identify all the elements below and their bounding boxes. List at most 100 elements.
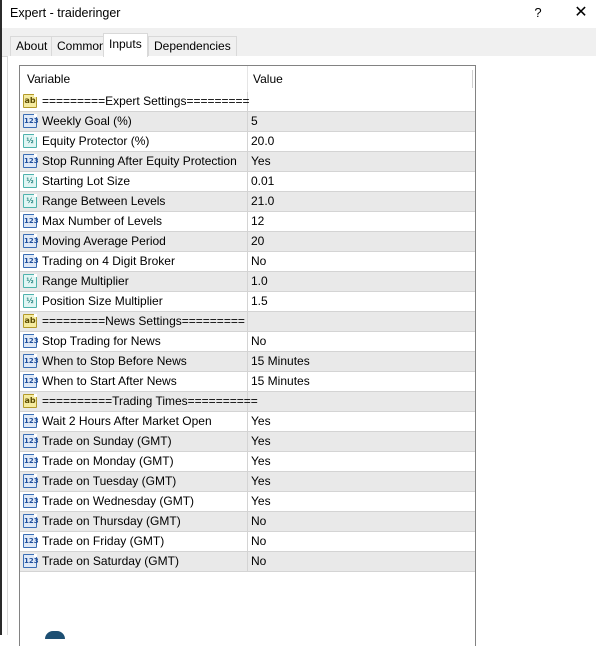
value-cell[interactable]: Yes (248, 492, 478, 511)
variable-cell[interactable]: ½ Range Multiplier (20, 272, 248, 291)
integer-type-icon: 123 (23, 214, 39, 228)
value-cell[interactable]: 1.0 (248, 272, 478, 291)
value-cell[interactable]: Yes (248, 452, 478, 471)
table-row[interactable]: 123 Trade on Saturday (GMT) No (20, 552, 475, 572)
variable-cell[interactable]: 123 Trade on Wednesday (GMT) (20, 492, 248, 511)
variable-name: When to Start After News (42, 374, 177, 388)
value-cell[interactable]: 0.01 (248, 172, 478, 191)
integer-type-icon: 123 (23, 494, 39, 508)
variable-cell[interactable]: 123 Max Number of Levels (20, 212, 248, 231)
variable-cell[interactable]: ab =========Expert Settings========= (20, 92, 250, 111)
table-row[interactable]: 123 Weekly Goal (%) 5 (20, 112, 475, 132)
variable-name: Weekly Goal (%) (42, 114, 132, 128)
string-type-icon: ab (23, 94, 37, 108)
integer-type-icon: 123 (23, 454, 39, 468)
variable-cell[interactable]: 123 When to Stop Before News (20, 352, 248, 371)
value-cell[interactable]: 15 Minutes (248, 372, 478, 391)
value-cell[interactable]: Yes (248, 412, 478, 431)
grid-header: Variable Value (20, 66, 475, 92)
variable-cell[interactable]: 123 Stop Trading for News (20, 332, 248, 351)
double-type-icon: ½ (23, 274, 37, 288)
table-row[interactable]: 123 Trade on Wednesday (GMT) Yes (20, 492, 475, 512)
table-row[interactable]: 123 Wait 2 Hours After Market Open Yes (20, 412, 475, 432)
table-row[interactable]: ½ Position Size Multiplier 1.5 (20, 292, 475, 312)
variable-name: Trade on Thursday (GMT) (42, 514, 181, 528)
table-row[interactable]: 123 Max Number of Levels 12 (20, 212, 475, 232)
variable-cell[interactable]: 123 Trade on Tuesday (GMT) (20, 472, 248, 491)
table-row[interactable]: ½ Range Multiplier 1.0 (20, 272, 475, 292)
value-cell[interactable]: 12 (248, 212, 478, 231)
table-row[interactable]: 123 Stop Trading for News No (20, 332, 475, 352)
column-header-value[interactable]: Value (248, 66, 283, 92)
variable-name: Trade on Sunday (GMT) (42, 434, 172, 448)
variable-cell[interactable]: 123 Moving Average Period (20, 232, 248, 251)
table-row[interactable]: 123 Stop Running After Equity Protection Y… (20, 152, 475, 172)
inputs-grid: Variable Value ab =========Expert Setting… (19, 65, 476, 646)
variable-cell[interactable]: 123 Stop Running After Equity Protection (20, 152, 248, 171)
variable-cell[interactable]: ½ Range Between Levels (20, 192, 248, 211)
double-type-icon: ½ (23, 194, 37, 208)
table-row[interactable]: ½ Range Between Levels 21.0 (20, 192, 475, 212)
tab-about[interactable]: About (10, 36, 54, 56)
table-row[interactable]: ab =========News Settings========= (20, 312, 475, 332)
variable-cell[interactable]: 123 When to Start After News (20, 372, 248, 391)
value-cell[interactable]: 15 Minutes (248, 352, 478, 371)
table-row[interactable]: ½ Equity Protector (%) 20.0 (20, 132, 475, 152)
table-row[interactable]: 123 Trading on 4 Digit Broker No (20, 252, 475, 272)
value-cell[interactable]: Yes (248, 152, 478, 171)
table-row[interactable]: 123 When to Stop Before News 15 Minutes (20, 352, 475, 372)
variable-cell[interactable]: ½ Position Size Multiplier (20, 292, 248, 311)
table-row[interactable]: 123 Trade on Monday (GMT) Yes (20, 452, 475, 472)
value-cell[interactable]: Yes (248, 432, 478, 451)
value-cell[interactable] (248, 312, 478, 331)
table-row[interactable]: ab ==========Trading Times========== (20, 392, 475, 412)
variable-name: When to Stop Before News (42, 354, 187, 368)
variable-cell[interactable]: ab =========News Settings========= (20, 312, 248, 331)
value-cell[interactable]: No (248, 252, 478, 271)
value-cell[interactable] (248, 392, 478, 411)
value-cell[interactable]: No (248, 532, 478, 551)
value-cell[interactable]: No (248, 552, 478, 571)
table-row[interactable]: 123 When to Start After News 15 Minutes (20, 372, 475, 392)
integer-type-icon: 123 (23, 474, 39, 488)
variable-cell[interactable]: 123 Trade on Friday (GMT) (20, 532, 248, 551)
value-cell[interactable]: 21.0 (248, 192, 478, 211)
table-row[interactable]: 123 Trade on Sunday (GMT) Yes (20, 432, 475, 452)
value-cell[interactable]: 20.0 (248, 132, 478, 151)
table-row[interactable]: 123 Trade on Thursday (GMT) No (20, 512, 475, 532)
value-cell[interactable]: 20 (248, 232, 478, 251)
value-cell[interactable]: No (248, 332, 478, 351)
variable-name: Trading on 4 Digit Broker (42, 254, 175, 268)
variable-name: ==========Trading Times========== (42, 394, 258, 408)
variable-name: Stop Running After Equity Protection (42, 154, 237, 168)
variable-cell[interactable]: ½ Equity Protector (%) (20, 132, 248, 151)
close-button[interactable]: ✕ (568, 2, 594, 24)
value-cell[interactable]: 1.5 (248, 292, 478, 311)
tab-dependencies[interactable]: Dependencies (148, 36, 237, 56)
variable-cell[interactable]: 123 Trading on 4 Digit Broker (20, 252, 248, 271)
variable-cell[interactable]: 123 Trade on Sunday (GMT) (20, 432, 248, 451)
value-cell[interactable]: Yes (248, 472, 478, 491)
variable-cell[interactable]: 123 Trade on Saturday (GMT) (20, 552, 248, 571)
variable-cell[interactable]: ½ Starting Lot Size (20, 172, 248, 191)
double-type-icon: ½ (23, 134, 37, 148)
tab-inputs[interactable]: Inputs (103, 33, 148, 57)
variable-cell[interactable]: 123 Trade on Monday (GMT) (20, 452, 248, 471)
variable-cell[interactable]: 123 Weekly Goal (%) (20, 112, 248, 131)
value-cell[interactable]: 5 (248, 112, 478, 131)
value-cell[interactable]: No (248, 512, 478, 531)
help-button[interactable]: ? (526, 2, 550, 24)
table-row[interactable]: 123 Trade on Tuesday (GMT) Yes (20, 472, 475, 492)
table-row[interactable]: ½ Starting Lot Size 0.01 (20, 172, 475, 192)
table-row[interactable]: 123 Trade on Friday (GMT) No (20, 532, 475, 552)
value-cell[interactable] (248, 92, 478, 111)
table-row[interactable]: 123 Moving Average Period 20 (20, 232, 475, 252)
variable-cell[interactable]: ab ==========Trading Times========== (20, 392, 258, 411)
variable-name: Trade on Wednesday (GMT) (42, 494, 195, 508)
table-row[interactable]: ab =========Expert Settings========= (20, 92, 475, 112)
column-header-variable[interactable]: Variable (20, 66, 70, 92)
variable-cell[interactable]: 123 Trade on Thursday (GMT) (20, 512, 248, 531)
window-left-edge (0, 0, 2, 635)
variable-cell[interactable]: 123 Wait 2 Hours After Market Open (20, 412, 248, 431)
variable-name: Position Size Multiplier (42, 294, 163, 308)
